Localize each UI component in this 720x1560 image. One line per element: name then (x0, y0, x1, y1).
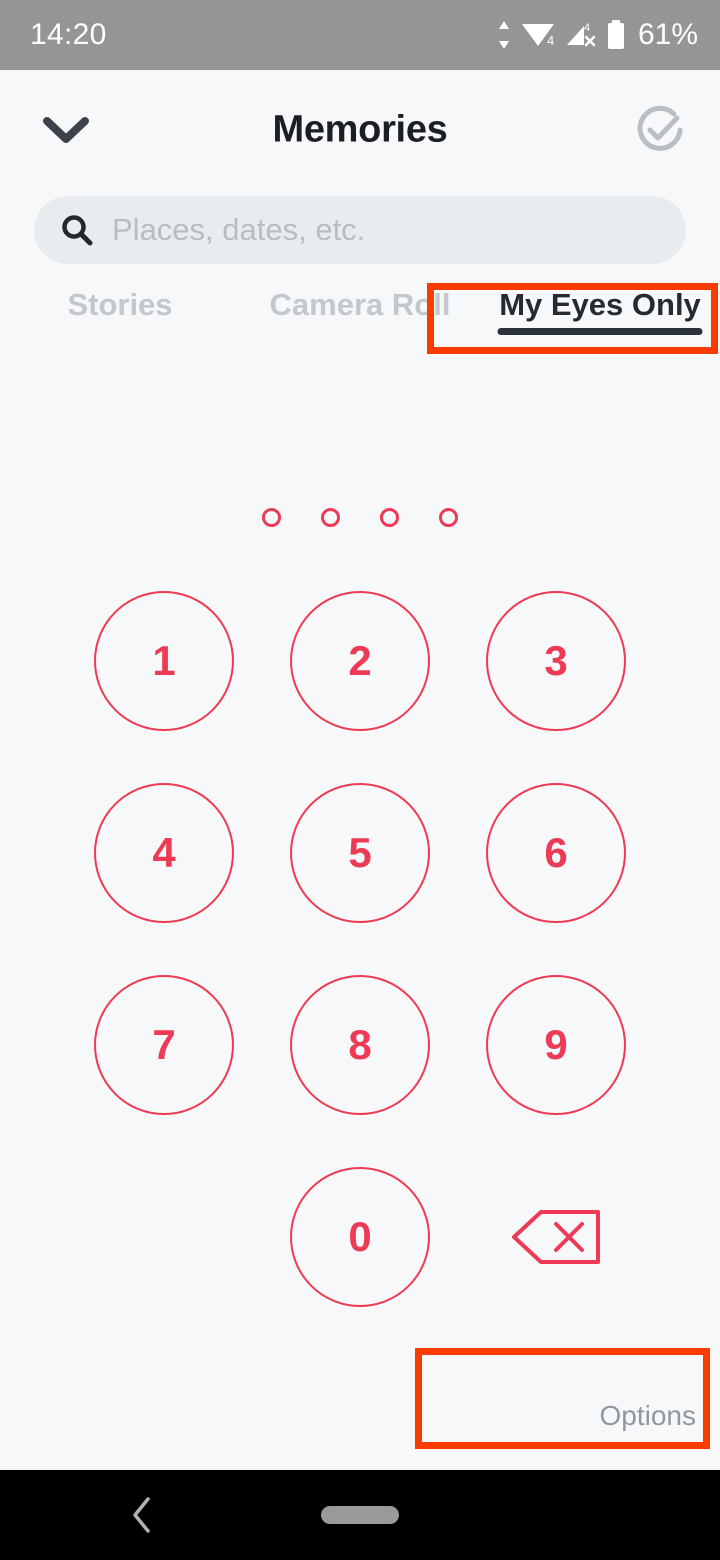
key-7[interactable]: 7 (94, 975, 234, 1115)
passcode-dots (0, 508, 720, 527)
passcode-keypad: 1 2 3 4 5 6 7 8 9 0 (0, 591, 720, 1359)
tab-active-underline (497, 328, 703, 335)
tab-label: My Eyes Only (499, 287, 701, 322)
wifi-icon: 4 (520, 20, 556, 50)
passcode-dot (262, 508, 281, 527)
tab-camera-roll[interactable]: Camera Roll (240, 285, 480, 323)
search-bar[interactable] (34, 196, 686, 264)
select-mode-button[interactable] (632, 102, 688, 158)
nav-back-icon (133, 1497, 150, 1533)
key-blank (94, 1167, 234, 1307)
status-bar: 14:20 4 4 61% (0, 0, 720, 70)
tab-my-eyes-only[interactable]: My Eyes Only (480, 285, 720, 335)
keypad-row: 1 2 3 (0, 591, 720, 731)
passcode-dot (439, 508, 458, 527)
key-backspace[interactable] (486, 1167, 626, 1307)
search-input[interactable] (112, 212, 660, 248)
key-5[interactable]: 5 (290, 783, 430, 923)
svg-text:4: 4 (547, 33, 554, 48)
data-transfer-icon (497, 20, 511, 50)
key-3[interactable]: 3 (486, 591, 626, 731)
status-time: 14:20 (30, 18, 107, 51)
options-button[interactable]: Options (600, 1400, 697, 1432)
tab-label: Stories (67, 287, 173, 322)
passcode-dot (380, 508, 399, 527)
svg-text:4: 4 (584, 22, 590, 34)
battery-percent-label: 61% (637, 18, 698, 51)
tab-stories[interactable]: Stories (0, 285, 240, 323)
nav-home-pill[interactable] (321, 1506, 399, 1524)
tab-label: Camera Roll (269, 287, 451, 322)
memories-tabs: Stories Camera Roll My Eyes Only (0, 285, 720, 349)
backspace-icon (512, 1210, 600, 1264)
key-8[interactable]: 8 (290, 975, 430, 1115)
highlight-options-button (415, 1348, 710, 1449)
keypad-row: 7 8 9 (0, 975, 720, 1115)
key-4[interactable]: 4 (94, 783, 234, 923)
key-0[interactable]: 0 (290, 1167, 430, 1307)
keypad-row: 0 (0, 1167, 720, 1307)
android-nav-bar (0, 1470, 720, 1560)
app-screen: 14:20 4 4 61% Memories Places, dates, et… (0, 0, 720, 1560)
keypad-row: 4 5 6 (0, 783, 720, 923)
page-title: Memories (272, 108, 448, 151)
key-2[interactable]: 2 (290, 591, 430, 731)
cellular-no-signal-icon: 4 (565, 20, 597, 50)
search-icon (60, 213, 94, 247)
battery-icon (606, 19, 626, 51)
passcode-dot (321, 508, 340, 527)
nav-back-button[interactable] (120, 1493, 164, 1537)
key-1[interactable]: 1 (94, 591, 234, 731)
status-icons: 4 4 61% (497, 18, 698, 52)
app-header: Memories (0, 70, 720, 190)
key-9[interactable]: 9 (486, 975, 626, 1115)
check-circle-icon (637, 105, 683, 151)
key-6[interactable]: 6 (486, 783, 626, 923)
